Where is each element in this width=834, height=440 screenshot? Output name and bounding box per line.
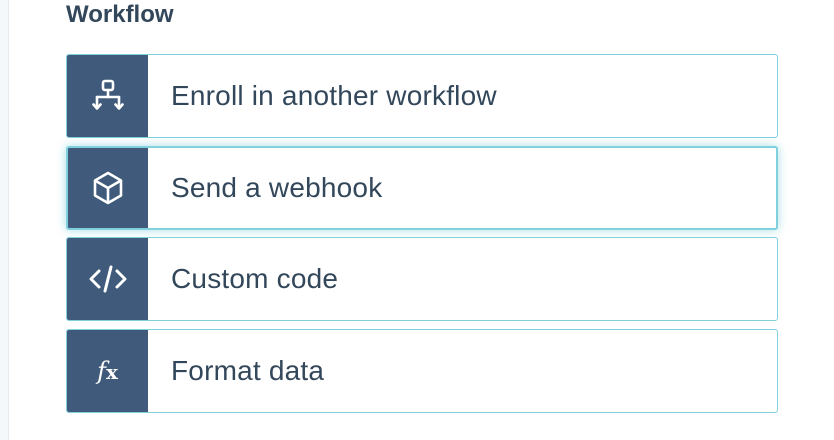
action-send-webhook[interactable]: Send a webhook <box>66 145 778 230</box>
action-list: Enroll in another workflow Send a webhoo… <box>66 54 778 420</box>
function-glyph: fx <box>97 356 118 385</box>
action-enroll-in-workflow[interactable]: Enroll in another workflow <box>66 54 778 138</box>
cube-icon <box>68 147 148 228</box>
action-label: Custom code <box>171 263 339 294</box>
section-title: Workflow <box>66 1 174 28</box>
action-label: Send a webhook <box>171 171 383 203</box>
action-custom-code[interactable]: Custom code <box>66 237 778 321</box>
workflow-branch-icon <box>67 55 148 137</box>
action-format-data[interactable]: fx Format data <box>66 328 778 413</box>
function-icon: fx <box>67 329 148 412</box>
panel-edge <box>0 0 9 440</box>
action-label: Enroll in another workflow <box>171 80 497 111</box>
action-label: Format data <box>171 354 325 386</box>
code-icon <box>67 238 148 320</box>
